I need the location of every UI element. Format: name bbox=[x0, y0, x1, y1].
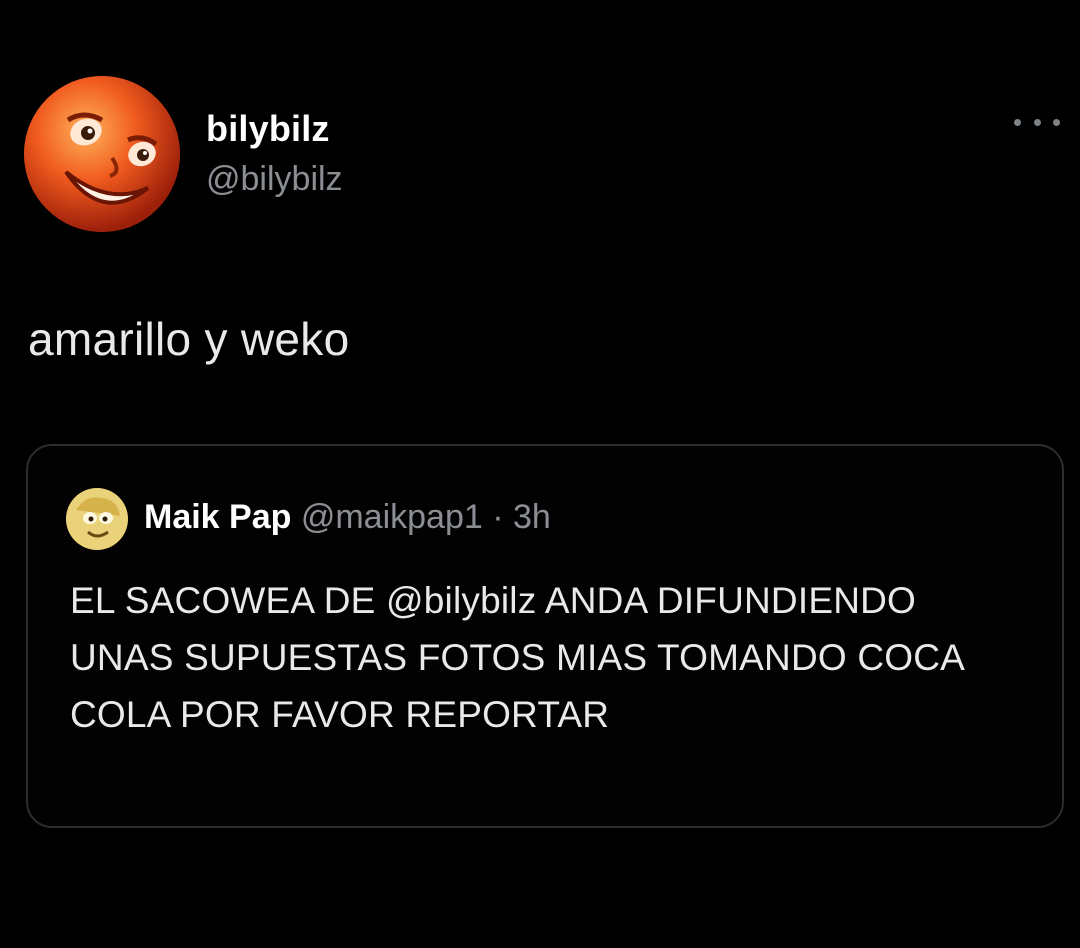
tweet-text: amarillo y weko bbox=[28, 313, 350, 365]
more-options-icon bbox=[1014, 118, 1021, 126]
quoted-tweet-header: Maik Pap @maikpap1 · 3h bbox=[144, 498, 551, 537]
quoted-author-avatar[interactable] bbox=[66, 488, 128, 550]
quoted-author-handle[interactable]: @maikpap1 bbox=[301, 498, 483, 536]
author-avatar[interactable] bbox=[24, 76, 180, 232]
author-display-name[interactable]: bilybilz bbox=[206, 108, 330, 150]
quoted-tweet-card[interactable]: Maik Pap @maikpap1 · 3h EL SACOWEA DE @b… bbox=[26, 444, 1064, 828]
header-separator: · bbox=[492, 498, 504, 536]
more-options-button[interactable] bbox=[1014, 110, 1060, 134]
quoted-author-display-name[interactable]: Maik Pap bbox=[144, 498, 291, 536]
author-handle[interactable]: @bilybilz bbox=[206, 160, 343, 199]
quoted-tweet-text: EL SACOWEA DE @bilybilz ANDA DIFUNDIENDO… bbox=[70, 580, 964, 735]
orange-grinning-face-avatar-icon bbox=[24, 76, 180, 232]
more-options-icon-dot bbox=[1053, 118, 1060, 126]
quoted-tweet-timestamp[interactable]: 3h bbox=[513, 498, 551, 536]
tweet: bilybilz @bilybilz amarillo y weko Maik … bbox=[0, 0, 1080, 948]
yellow-cartoon-avatar-icon bbox=[66, 488, 128, 550]
more-options-icon-dot bbox=[1033, 118, 1041, 126]
